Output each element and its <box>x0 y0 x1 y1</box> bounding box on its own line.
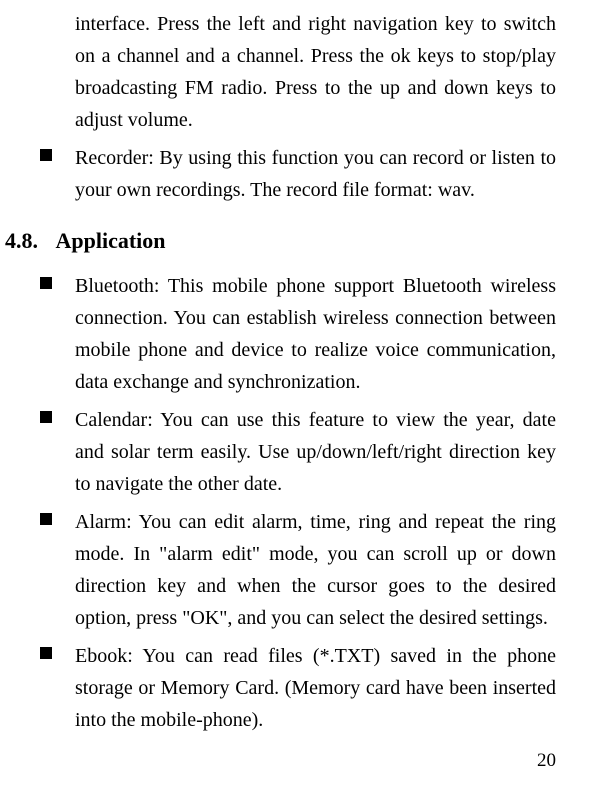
section-number: 4.8. <box>5 228 38 253</box>
list-item-text: Ebook: You can read files (*.TXT) saved … <box>75 640 556 736</box>
section-heading: 4.8. Application <box>5 228 556 254</box>
top-list: interface. Press the left and right navi… <box>75 8 556 206</box>
list-item-text: Alarm: You can edit alarm, time, ring an… <box>75 506 556 634</box>
list-item-text: Bluetooth: This mobile phone support Blu… <box>75 270 556 398</box>
list-item-text: Calendar: You can use this feature to vi… <box>75 404 556 500</box>
application-list: Bluetooth: This mobile phone support Blu… <box>75 270 556 736</box>
page-content: interface. Press the left and right navi… <box>40 0 556 736</box>
list-item-text: Recorder: By using this function you can… <box>75 142 556 206</box>
square-bullet-icon <box>40 647 52 659</box>
list-item: Recorder: By using this function you can… <box>75 142 556 206</box>
list-item: Calendar: You can use this feature to vi… <box>75 404 556 500</box>
square-bullet-icon <box>40 513 52 525</box>
page-number: 20 <box>537 750 556 772</box>
continued-paragraph: interface. Press the left and right navi… <box>75 8 556 136</box>
square-bullet-icon <box>40 277 52 289</box>
list-item: Ebook: You can read files (*.TXT) saved … <box>75 640 556 736</box>
list-item: Alarm: You can edit alarm, time, ring an… <box>75 506 556 634</box>
list-item: Bluetooth: This mobile phone support Blu… <box>75 270 556 398</box>
square-bullet-icon <box>40 149 52 161</box>
section-title: Application <box>56 228 166 253</box>
square-bullet-icon <box>40 411 52 423</box>
